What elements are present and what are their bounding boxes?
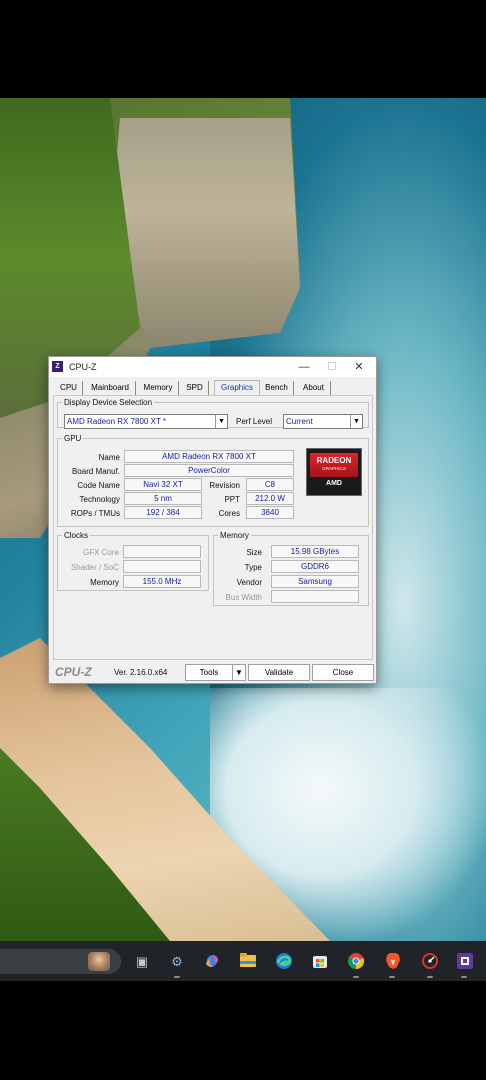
store-icon[interactable] — [310, 952, 330, 972]
tab-spd[interactable]: SPD — [181, 381, 209, 395]
tab-graphics[interactable]: Graphics — [214, 380, 260, 396]
ppt-label: PPT — [224, 495, 240, 504]
running-indicator — [427, 976, 433, 978]
clocks-legend: Clocks — [64, 531, 89, 540]
rops-tmus-value: 192 / 384 — [124, 506, 202, 519]
tools-dropdown-button[interactable]: ▼ — [232, 664, 246, 681]
running-indicator — [389, 976, 395, 978]
chrome-icon[interactable] — [346, 952, 366, 972]
perf-level-value: Current — [286, 417, 313, 426]
amd-radeon-logo: RADEON GRAPHICS AMD — [306, 448, 362, 496]
file-explorer-icon[interactable] — [238, 952, 258, 972]
technology-label: Technology — [79, 495, 120, 504]
edge-icon[interactable] — [274, 952, 294, 972]
taskbar: ▣ ⚙ — [0, 941, 486, 981]
shader-soc-label: Shader / SoC — [70, 563, 119, 572]
maximize-button: ☐ — [327, 361, 337, 373]
tab-about[interactable]: About — [297, 381, 331, 395]
memory-vendor-value: Samsung — [271, 575, 359, 588]
chevron-down-icon: ▼ — [235, 668, 243, 677]
taskbar-search-box[interactable] — [0, 949, 121, 974]
shader-soc-value — [123, 560, 201, 573]
running-indicator — [461, 976, 467, 978]
code-name-label: Code Name — [77, 481, 120, 490]
wallpaper-cliff-face — [110, 118, 300, 348]
settings-icon[interactable]: ⚙ — [167, 952, 187, 972]
tab-cpu[interactable]: CPU — [55, 381, 83, 395]
search-highlight-image — [88, 952, 110, 971]
tab-memory[interactable]: Memory — [138, 381, 179, 395]
technology-value: 5 nm — [124, 492, 202, 505]
footer-bar: CPU-Z Ver. 2.16.0.x64 Tools ▼ Validate C… — [49, 660, 376, 682]
chevron-down-icon: ▼ — [350, 415, 362, 428]
perf-level-select[interactable]: Current ▼ — [283, 414, 363, 429]
bus-width-label: Bus Width — [225, 593, 262, 602]
gpu-name-value: AMD Radeon RX 7800 XT — [124, 450, 294, 463]
cores-value: 3840 — [246, 506, 294, 519]
board-manuf-label: Board Manuf. — [71, 467, 120, 476]
cpuz-app-icon: Z — [52, 361, 63, 372]
memory-size-label: Size — [246, 548, 262, 557]
memory-clock-label: Memory — [90, 578, 119, 587]
close-window-button[interactable]: ✕ — [348, 359, 370, 375]
rops-tmus-label: ROPs / TMUs — [70, 509, 120, 518]
validate-button[interactable]: Validate — [248, 664, 310, 681]
chevron-down-icon: ▼ — [215, 415, 227, 428]
bus-width-value — [271, 590, 359, 603]
window-title: CPU-Z — [69, 362, 97, 372]
task-view-icon[interactable]: ▣ — [132, 952, 152, 972]
revision-value: C8 — [246, 478, 294, 491]
gfx-core-value — [123, 545, 201, 558]
title-bar[interactable]: Z CPU-Z — ☐ ✕ — [49, 357, 376, 377]
tab-bench[interactable]: Bench — [260, 381, 294, 395]
memory-legend: Memory — [220, 531, 249, 540]
close-button[interactable]: Close — [312, 664, 374, 681]
running-indicator — [353, 976, 359, 978]
memory-type-value: GDDR6 — [271, 560, 359, 573]
copilot-icon[interactable] — [202, 952, 222, 972]
cpu-temp-icon[interactable] — [420, 952, 440, 972]
display-device-select[interactable]: AMD Radeon RX 7800 XT * ▼ — [64, 414, 228, 429]
perf-level-label: Perf Level — [236, 417, 273, 426]
memory-size-value: 15.98 GBytes — [271, 545, 359, 558]
code-name-value: Navi 32 XT — [124, 478, 202, 491]
running-indicator — [174, 976, 180, 978]
tools-button[interactable]: Tools — [185, 664, 233, 681]
memory-clock-value: 155.0 MHz — [123, 575, 201, 588]
gfx-core-label: GFX Core — [82, 548, 119, 557]
graphics-panel: Display Device Selection AMD Radeon RX 7… — [53, 395, 373, 660]
cores-label: Cores — [218, 509, 240, 518]
memory-vendor-label: Vendor — [236, 578, 262, 587]
version-label: Ver. 2.16.0.x64 — [114, 668, 168, 677]
display-selection-legend: Display Device Selection — [64, 398, 153, 407]
revision-label: Revision — [209, 481, 240, 490]
tab-mainboard[interactable]: Mainboard — [85, 381, 136, 395]
ppt-value: 212.0 W — [246, 492, 294, 505]
brave-icon[interactable] — [383, 952, 403, 972]
cpuz-icon[interactable] — [455, 952, 475, 972]
memory-type-label: Type — [244, 563, 262, 572]
gpu-legend: GPU — [64, 434, 82, 443]
minimize-button[interactable]: — — [293, 359, 315, 375]
gpu-name-label: Name — [98, 453, 120, 462]
display-device-value: AMD Radeon RX 7800 XT * — [67, 417, 167, 426]
cpuz-window: Z CPU-Z — ☐ ✕ CPU Mainboard Memory SPD G… — [48, 356, 377, 684]
cpuz-brand: CPU-Z — [55, 665, 92, 679]
board-manuf-value: PowerColor — [124, 464, 294, 477]
